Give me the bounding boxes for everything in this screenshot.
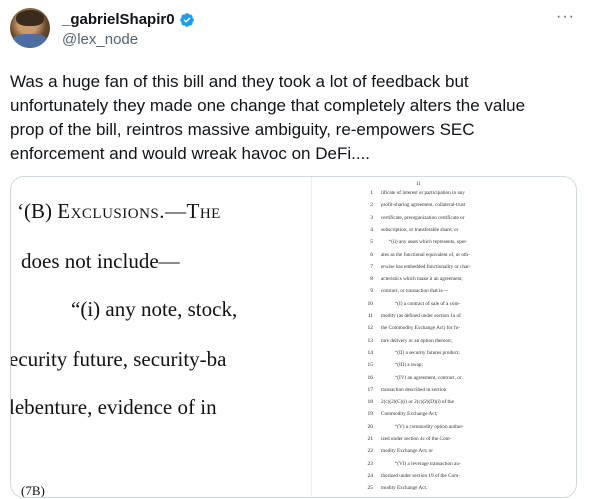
line-number: 10 [367,300,374,307]
line-text: acteristics which make it an agreement, [381,276,463,283]
page-line: 4 subscription, or transferable share; or [311,226,576,238]
page-line: 22 modity Exchange Act; or [311,447,576,459]
line-number: 17 [367,386,374,393]
page-line: 2 profit-sharing agreement, collateral-tr… [311,201,576,213]
line-text: contract, or transaction that is— [381,288,448,295]
line-number: 16 [367,374,374,381]
line-number: 12 [367,325,374,332]
doc-line: does not include— [21,249,180,273]
line-text: ized under section 4c of the Com- [381,436,452,442]
line-text: “(V) a commodity option author- [395,423,464,430]
more-options-icon[interactable]: ··· [556,8,575,26]
page-line: 8 acteristics which make it an agreement, [311,275,576,287]
line-text: the Commodity Exchange Act) for fu- [381,325,461,332]
line-number: 19 [367,411,374,418]
line-text: ture delivery or an option thereon; [381,337,453,344]
line-text: “(ii) any asset which represents, oper- [389,239,468,246]
line-number: 25 [367,485,374,492]
line-number: 14 [367,349,374,356]
line-number: 21 [367,436,374,442]
line-text: ates as the functional equivalent of, or… [381,251,470,258]
page-line: 9 contract, or transaction that is— [311,287,576,299]
avatar-hair [16,10,44,26]
display-name[interactable]: _gabrielShapir0 [62,11,175,28]
line-number: 11 [367,313,373,319]
page-line: 16 “(IV) an agreement, contract, or [311,374,576,386]
line-text: Commodity Exchange Act; [381,411,438,418]
page-line: 24 thorized under section 19 of the Com- [311,472,576,484]
doc-line-b: ‘(B) Exclusions.—The [17,199,221,223]
bill-excerpt-zoomed: ‘(B) Exclusions.—The does not include— “… [11,177,311,497]
line-number: 20 [367,423,374,430]
page-line: 1 tificate of interest or participation i… [311,189,576,201]
doc-line: ecurity future, security-ba [11,347,227,371]
line-text: modity Exchange Act; or [381,448,434,455]
author-handle[interactable]: @lex_node [62,31,138,48]
line-text: “(III) a swap; [395,362,423,369]
line-text: modity (as defined under section 1a of [381,313,461,319]
line-text: modity Exchange Act. [381,485,428,492]
line-number: 18 [367,399,374,406]
page-line: 14 “(II) a security futures product; [311,349,576,361]
page-line: 11 modity (as defined under section 1a of [311,312,576,324]
line-number: 9 [370,288,373,295]
line-number: 15 [367,362,374,369]
line-number: 23 [367,460,374,467]
line-number: 6 [370,251,373,258]
page-line: 15 “(III) a swap; [311,361,576,373]
line-number: 7 [370,263,373,270]
line-text: “(VI) a leverage transaction au- [395,460,461,467]
line-number: 8 [370,276,373,283]
page-line: 19 Commodity Exchange Act; [311,410,576,422]
verified-badge-icon [179,12,194,27]
line-number: 24 [367,472,374,479]
line-text: certificate, preorganization certificate… [381,214,465,221]
bill-page-11: 11 1 tificate of interest or participatio… [311,177,576,497]
doc-line: (7B) [21,483,45,497]
line-number: 4 [370,226,373,233]
page-line: 3 certificate, preorganization certificat… [311,214,576,226]
line-number: 13 [367,337,374,344]
page-line: 12 the Commodity Exchange Act) for fu- [311,324,576,336]
line-text: “(I) a contract of sale of a com- [395,300,461,307]
page-line: 18 2(c)(2)(C)(i) or 2(c)(2)(D)(i) of the [311,398,576,410]
doc-line: lebenture, evidence of in [11,395,217,419]
page-line: 23 “(VI) a leverage transaction au- [311,460,576,472]
page-line: 13 ture delivery or an option thereon; [311,337,576,349]
line-text: “(II) a security futures product; [395,349,460,356]
page-line: 17 transaction described in section [311,386,576,398]
tweet-media[interactable]: ‘(B) Exclusions.—The does not include— “… [10,176,577,498]
line-text: subscription, or transferable share; or [381,226,459,233]
line-text: transaction described in section [381,386,447,393]
line-number: 1 [370,190,373,196]
line-number: 3 [370,214,373,221]
page-line: 20 “(V) a commodity option author- [311,423,576,435]
page-number: 11 [416,182,421,187]
page-line: 21 ized under section 4c of the Com- [311,435,576,447]
page-line: 10 “(I) a contract of sale of a com- [311,300,576,312]
line-number: 2 [370,202,373,209]
page-line: 5 “(ii) any asset which represents, oper- [311,238,576,250]
line-text: “(IV) an agreement, contract, or [395,374,462,381]
doc-line: “(i) any note, stock, [71,297,238,321]
author-name-row: _gabrielShapir0 [62,11,195,28]
page-line: 25 modity Exchange Act. [311,484,576,496]
line-text: tificate of interest or participation in… [381,190,465,196]
line-text: profit-sharing agreement, collateral-tru… [381,202,466,209]
line-text: 2(c)(2)(C)(i) or 2(c)(2)(D)(i) of the [381,399,454,406]
line-text: thorized under section 19 of the Com- [381,472,460,479]
page-line: 6 ates as the functional equivalent of, o… [311,251,576,263]
avatar-shirt [13,34,47,48]
line-number: 5 [370,239,373,246]
page-line: 7 erwise has embedded functionality or ch… [311,263,576,275]
tweet-text: Was a huge fan of this bill and they too… [10,72,526,163]
line-number: 22 [367,448,374,455]
avatar[interactable] [10,8,50,48]
line-text: erwise has embedded functionality or cha… [381,263,471,270]
